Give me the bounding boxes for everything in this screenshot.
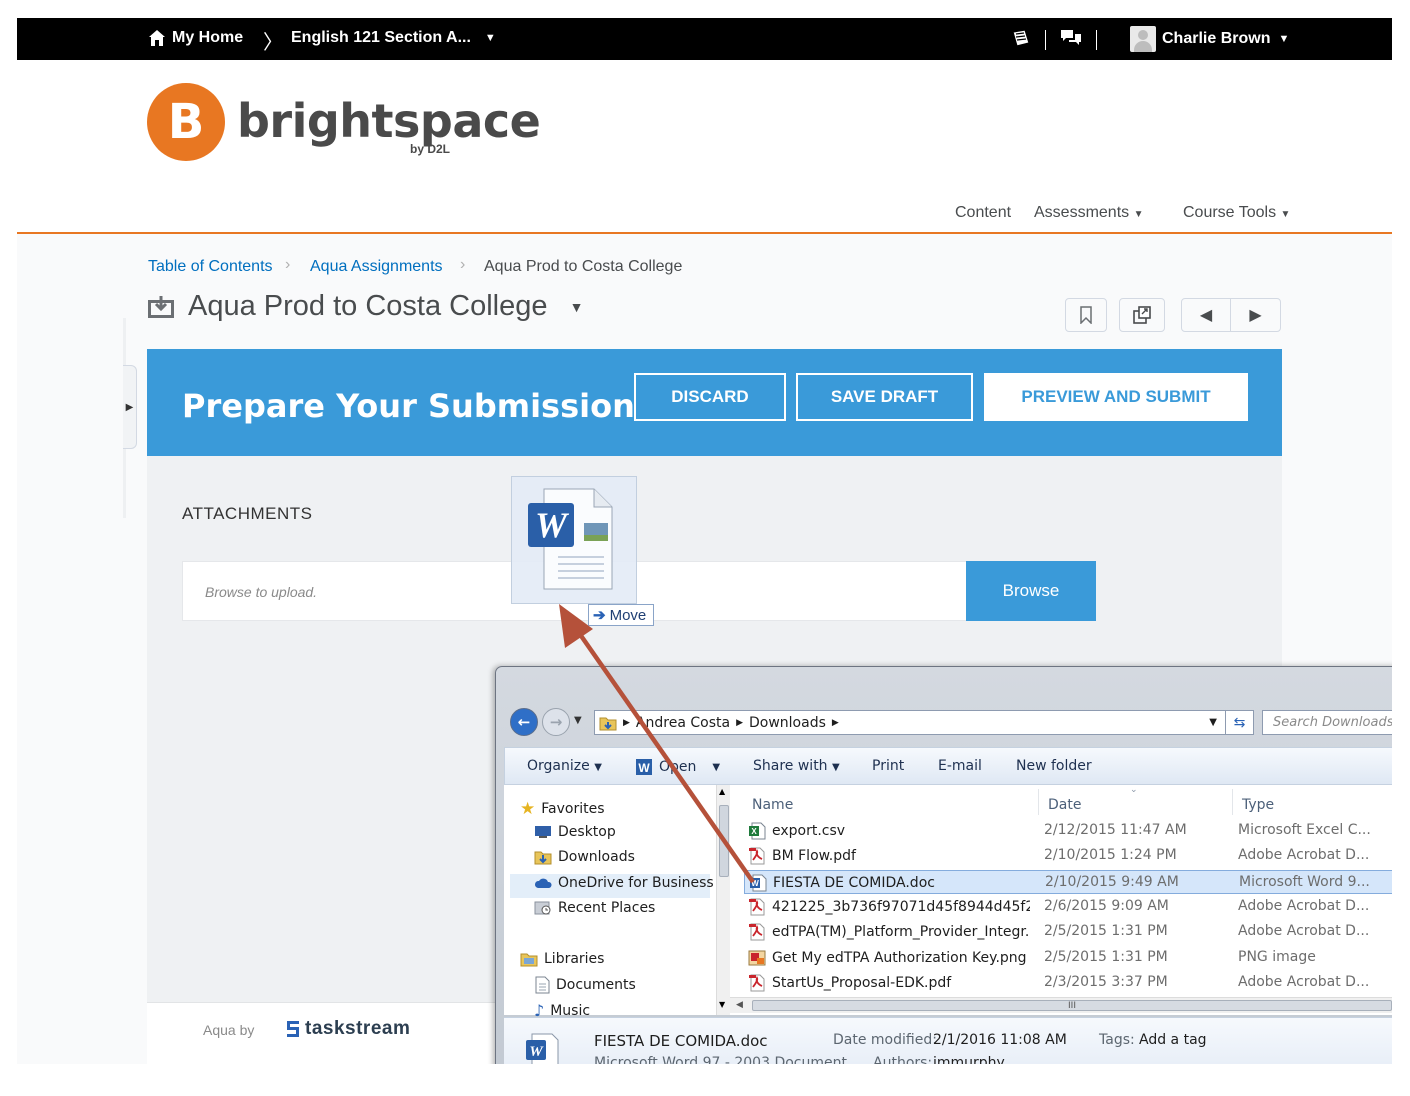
drag-arrow-annotation	[559, 604, 755, 884]
drag-arrow-line	[575, 628, 755, 884]
drag-arrow-head	[559, 604, 593, 648]
browser-page: My Home 〉 English 121 Section A... ▼ Cha…	[17, 18, 1392, 1064]
